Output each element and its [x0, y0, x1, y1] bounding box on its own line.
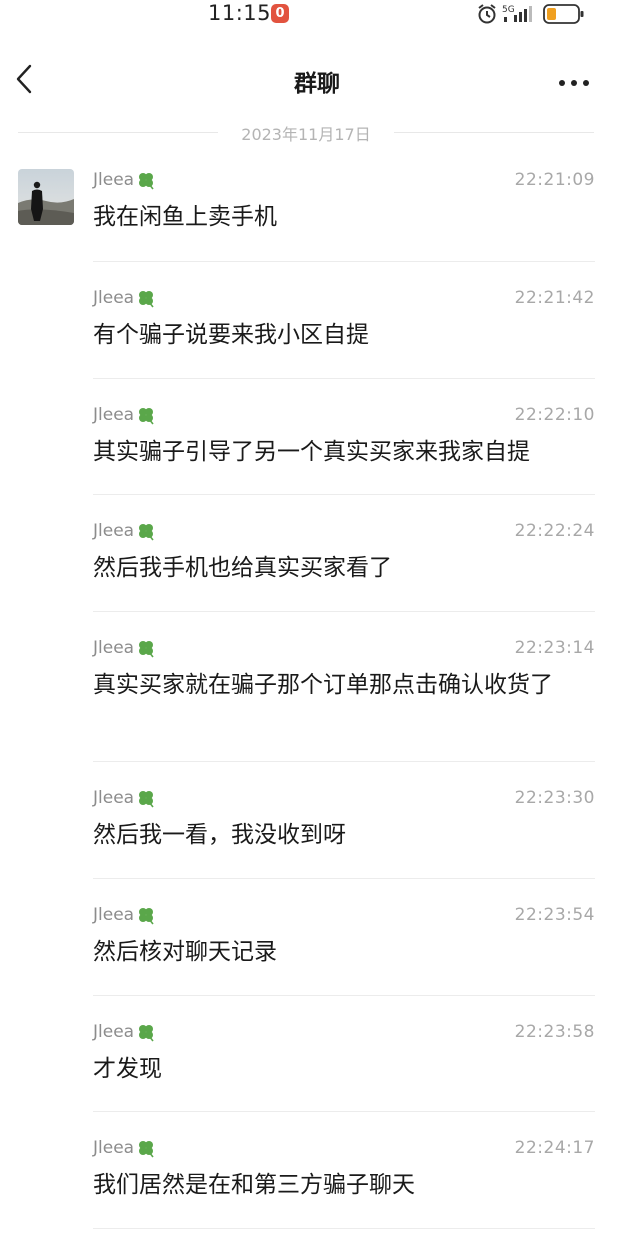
- message-text: 我们居然是在和第三方骗子聊天: [93, 1172, 415, 1198]
- message-item[interactable]: Jleea 22:21:42 有个骗子说要来我小区自提: [93, 262, 595, 379]
- message-text: 然后核对聊天记录: [93, 939, 277, 965]
- message-item[interactable]: Jleea 22:23:54 然后核对聊天记录: [93, 879, 595, 996]
- message-text: 有个骗子说要来我小区自提: [93, 322, 369, 348]
- signal-icon: 5G: [502, 5, 532, 22]
- status-time: 11:15: [208, 1, 272, 25]
- sender-label: Jleea: [93, 405, 135, 425]
- sender-label: Jleea: [93, 788, 135, 808]
- page-title: 群聊: [294, 71, 340, 97]
- clover-icon: [139, 641, 154, 658]
- alarm-icon: [478, 4, 496, 24]
- date-divider: 2023年11月17日: [18, 118, 594, 146]
- message-time: 22:22:10: [514, 405, 595, 425]
- message-item[interactable]: Jleea 22:23:58 才发现: [93, 996, 595, 1112]
- battery-icon: [543, 4, 584, 24]
- more-button[interactable]: [556, 74, 592, 86]
- message-text: 然后我手机也给真实买家看了: [93, 555, 392, 581]
- message-time: 22:24:17: [514, 1138, 595, 1158]
- sender-name: Jleea: [93, 521, 156, 541]
- message-item[interactable]: Jleea 22:22:10 其实骗子引导了另一个真实买家来我家自提: [93, 379, 595, 495]
- divider-line-right: [394, 132, 594, 133]
- sender-label: Jleea: [93, 521, 135, 541]
- clover-icon: [139, 908, 154, 925]
- sender-name: Jleea: [93, 170, 156, 190]
- message-text: 真实买家就在骗子那个订单那点击确认收货了: [93, 672, 553, 698]
- clover-icon: [139, 1025, 154, 1042]
- clover-icon: [139, 173, 154, 190]
- sender-label: Jleea: [93, 905, 135, 925]
- message-time: 22:23:14: [514, 638, 595, 658]
- message-text: 其实骗子引导了另一个真实买家来我家自提: [93, 439, 530, 465]
- message-item[interactable]: Jleea 22:23:30 然后我一看，我没收到呀: [93, 762, 595, 879]
- message-time: 22:21:42: [514, 288, 595, 308]
- sender-name: Jleea: [93, 1022, 156, 1042]
- sender-name: Jleea: [93, 288, 156, 308]
- chat-header: 群聊: [0, 48, 634, 110]
- message-time: 22:23:30: [514, 788, 595, 808]
- more-dots-icon: [559, 80, 589, 86]
- sender-name: Jleea: [93, 405, 156, 425]
- clover-icon: [139, 291, 154, 308]
- sender-label: Jleea: [93, 1022, 135, 1042]
- sender-name: Jleea: [93, 788, 156, 808]
- sender-label: Jleea: [93, 638, 135, 658]
- avatar-image: [18, 169, 74, 225]
- message-item[interactable]: Jleea 22:22:24 然后我手机也给真实买家看了: [93, 495, 595, 612]
- clover-icon: [139, 1141, 154, 1158]
- sender-label: Jleea: [93, 1138, 135, 1158]
- message-text: 然后我一看，我没收到呀: [93, 822, 346, 848]
- message-item[interactable]: Jleea 22:24:17 我们居然是在和第三方骗子聊天: [93, 1112, 595, 1229]
- clover-icon: [139, 524, 154, 541]
- sender-label: Jleea: [93, 288, 135, 308]
- message-time: 22:23:54: [514, 905, 595, 925]
- message-list: Jleea 22:21:09 我在闲鱼上卖手机 Jleea 22:21:42 有…: [93, 164, 595, 1229]
- status-bar: 11:15 0 5G: [0, 0, 634, 34]
- sender-name: Jleea: [93, 1138, 156, 1158]
- sender-name: Jleea: [93, 905, 156, 925]
- message-time: 22:23:58: [514, 1022, 595, 1042]
- date-label: 2023年11月17日: [241, 125, 371, 144]
- message-item[interactable]: Jleea 22:23:14 真实买家就在骗子那个订单那点击确认收货了: [93, 612, 595, 762]
- sender-label: Jleea: [93, 170, 135, 190]
- clover-icon: [139, 408, 154, 425]
- message-time: 22:22:24: [514, 521, 595, 541]
- message-time: 22:21:09: [514, 170, 595, 190]
- message-text: 我在闲鱼上卖手机: [93, 204, 277, 230]
- sender-name: Jleea: [93, 638, 156, 658]
- avatar[interactable]: [18, 169, 74, 225]
- notification-badge: 0: [271, 4, 289, 23]
- message-text: 才发现: [93, 1056, 162, 1082]
- message-item[interactable]: Jleea 22:21:09 我在闲鱼上卖手机: [93, 164, 595, 262]
- network-label: 5G: [502, 5, 515, 15]
- clover-icon: [139, 791, 154, 808]
